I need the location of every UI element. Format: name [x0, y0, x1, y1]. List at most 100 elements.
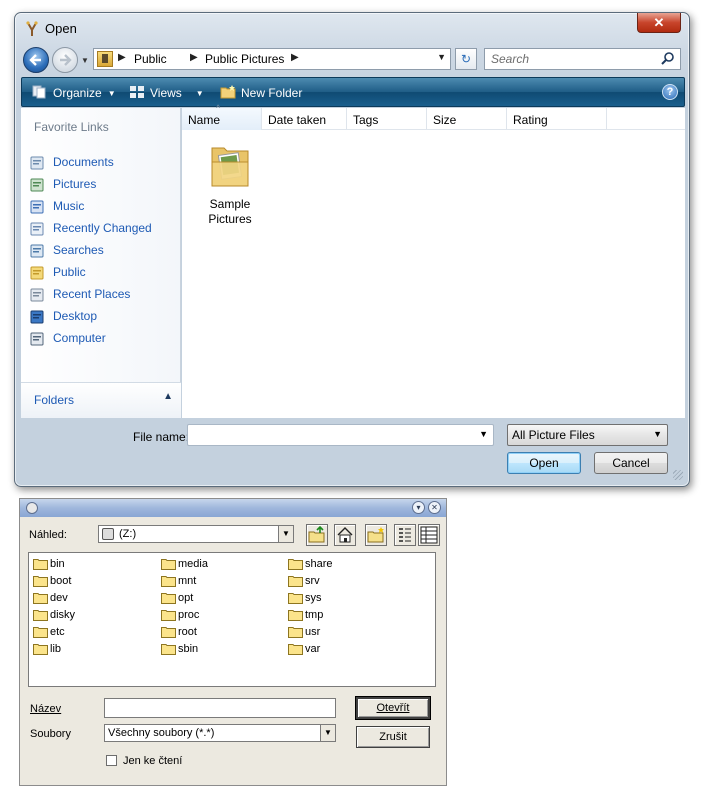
chevron-down-icon[interactable]: ▼ — [479, 429, 488, 439]
folder-location-icon — [97, 51, 113, 67]
folder-icon — [161, 644, 176, 655]
back-arrow-icon — [29, 54, 41, 66]
cancel-button[interactable]: Zrušit — [356, 726, 430, 748]
favorite-link-label: Recent Places — [53, 287, 131, 301]
up-folder-button[interactable] — [306, 524, 328, 546]
refresh-icon: ↻ — [460, 52, 472, 66]
recent-pages-dropdown[interactable]: ▼ — [81, 56, 89, 65]
new-folder-icon — [367, 527, 384, 543]
folder-icon — [161, 610, 176, 621]
home-icon — [337, 527, 353, 543]
file-name-field[interactable]: ▼ — [187, 424, 494, 446]
breadcrumb-public-pictures[interactable]: Public Pictures — [205, 52, 284, 66]
column-size[interactable]: Size — [427, 108, 507, 130]
folder-item-label: media — [178, 558, 208, 570]
folder-item-label: share — [305, 558, 333, 570]
organize-menu[interactable]: Organize ▼ — [32, 85, 116, 101]
detail-view-button[interactable] — [418, 524, 440, 546]
file-type-select[interactable]: Všechny soubory (*.*) ▼ — [104, 724, 336, 742]
back-button[interactable] — [23, 47, 49, 73]
folder-item-sample-pictures[interactable]: Sample Pictures — [200, 142, 260, 227]
folder-icon — [288, 610, 303, 621]
address-bar[interactable]: ▶ Public ▶ Public Pictures ▶ ▼ — [93, 48, 451, 70]
folder-item-label: var — [305, 643, 321, 655]
favorite-link-label: Music — [53, 199, 85, 213]
computer-icon — [30, 332, 44, 346]
views-icon — [130, 86, 144, 98]
look-in-label: Náhled: — [29, 529, 67, 541]
window-menu-icon[interactable] — [26, 502, 38, 514]
search-icon[interactable] — [660, 51, 676, 67]
chevron-right-icon[interactable]: ▶ — [291, 52, 299, 63]
forward-button[interactable] — [52, 47, 78, 73]
chevron-down-icon: ▼ — [653, 429, 662, 439]
up-folder-icon — [308, 525, 325, 543]
classic-open-dialog: ▾ ✕ Náhled: (Z:) ▼ bin boot dev disky et… — [19, 498, 447, 786]
folder-item-label: lib — [50, 643, 62, 655]
search-box[interactable] — [484, 48, 681, 70]
refresh-button[interactable]: ↻ — [455, 48, 477, 70]
column-rating[interactable]: Rating — [507, 108, 607, 130]
file-list[interactable]: ^ Name Date taken Tags Size Rating Sample… — [182, 103, 685, 418]
address-dropdown-icon[interactable]: ▼ — [437, 52, 446, 62]
file-name-field[interactable] — [104, 698, 336, 718]
file-type-value: Všechny soubory (*.*) — [108, 727, 215, 739]
list-view-button[interactable] — [394, 524, 416, 546]
close-button[interactable]: ✕ — [637, 13, 681, 33]
favorite-links-heading: Favorite Links — [34, 120, 109, 134]
chevron-up-icon: ▲ — [163, 391, 173, 402]
list-view-icon — [399, 528, 411, 542]
folders-toggle[interactable]: Folders ▲ — [21, 382, 181, 418]
read-only-label: Jen ke čtení — [123, 755, 183, 767]
favorite-link-label: Searches — [53, 243, 104, 257]
new-folder-button[interactable]: New Folder — [220, 85, 302, 101]
folder-icon — [288, 644, 303, 655]
open-button-label: Otevřít — [376, 702, 410, 714]
open-button[interactable]: Otevřít — [355, 696, 431, 720]
column-date-taken[interactable]: Date taken — [262, 108, 347, 130]
file-name-input[interactable] — [191, 426, 471, 444]
column-tags[interactable]: Tags — [347, 108, 427, 130]
home-button[interactable] — [334, 524, 356, 546]
minimize-icon[interactable]: ▾ — [412, 501, 425, 514]
views-menu[interactable]: Views ▼ — [129, 85, 204, 101]
file-name-input[interactable] — [108, 701, 329, 715]
file-type-select[interactable]: All Picture Files ▼ — [507, 424, 668, 446]
folder-icon — [161, 559, 176, 570]
folder-item-label: dev — [50, 592, 68, 604]
favorite-link-label: Pictures — [53, 177, 97, 191]
look-in-value: (Z:) — [119, 528, 137, 540]
folder-item-label: disky — [50, 609, 76, 621]
folder-item-label: boot — [50, 575, 72, 587]
new-folder-button[interactable] — [365, 524, 387, 546]
folder-icon — [288, 627, 303, 638]
column-headers: ^ Name Date taken Tags Size Rating — [182, 103, 685, 130]
folder-item-label: root — [178, 626, 197, 638]
folder-item-label: sys — [305, 592, 322, 604]
desktop-icon — [30, 310, 44, 324]
folder-list[interactable]: bin boot dev disky etc lib media mnt opt proc root… — [28, 552, 436, 687]
title-bar: ▾ ✕ — [20, 499, 446, 517]
chevron-right-icon[interactable]: ▶ — [190, 52, 198, 63]
music-icon — [30, 200, 44, 214]
folder-icon — [33, 644, 48, 655]
chevron-right-icon[interactable]: ▶ — [118, 52, 126, 63]
forward-arrow-icon — [60, 54, 72, 66]
folder-icon — [288, 559, 303, 570]
look-in-select[interactable]: (Z:) ▼ — [98, 525, 294, 543]
open-button[interactable]: Open — [507, 452, 581, 474]
column-name[interactable]: ^ Name — [182, 103, 262, 130]
folder-icon — [33, 627, 48, 638]
search-input[interactable] — [489, 50, 659, 68]
folder-item-label: etc — [50, 626, 65, 638]
close-icon[interactable]: ✕ — [428, 501, 441, 514]
folder-icon — [33, 576, 48, 587]
column-name-label: Name — [188, 113, 221, 127]
cancel-button[interactable]: Cancel — [594, 452, 668, 474]
folder-item-label: bin — [50, 558, 65, 570]
help-icon[interactable]: ? — [662, 84, 678, 100]
pictures-icon — [30, 178, 44, 192]
read-only-checkbox[interactable] — [106, 755, 117, 766]
resize-grip[interactable] — [673, 470, 683, 480]
breadcrumb-public[interactable]: Public — [134, 52, 167, 66]
